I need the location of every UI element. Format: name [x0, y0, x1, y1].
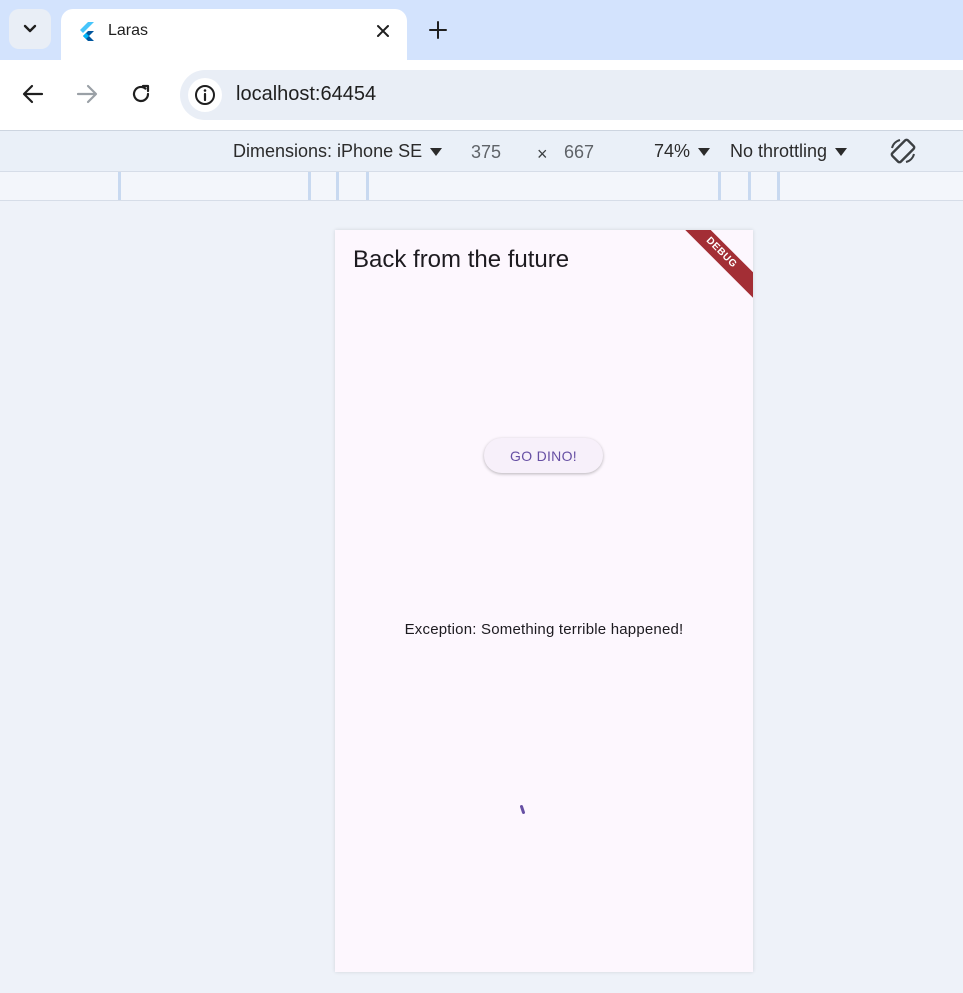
- url-text[interactable]: localhost:64454: [236, 83, 376, 106]
- arrow-left-icon: [22, 84, 44, 104]
- site-info-button[interactable]: [188, 78, 222, 112]
- exception-message: Exception: Something terrible happened!: [404, 621, 684, 638]
- arrow-right-icon: [76, 84, 98, 104]
- media-query-marker[interactable]: [718, 172, 721, 200]
- caret-down-icon: [430, 147, 443, 156]
- dimensions-dropdown[interactable]: Dimensions: iPhone SE: [233, 141, 443, 162]
- dimensions-label: Dimensions: iPhone SE: [233, 141, 423, 161]
- go-dino-button[interactable]: GO DINO!: [484, 438, 603, 473]
- flutter-logo-icon: [80, 22, 94, 41]
- caret-down-icon: [698, 147, 711, 156]
- tab-close-button[interactable]: [372, 20, 394, 42]
- tab-strip: Laras: [0, 0, 963, 61]
- throttling-label: No throttling: [730, 141, 828, 161]
- throttling-dropdown[interactable]: No throttling: [730, 141, 848, 162]
- tab-search-button[interactable]: [9, 9, 51, 49]
- close-icon: [377, 25, 389, 37]
- loading-spinner-icon: [520, 805, 525, 814]
- media-query-marker[interactable]: [336, 172, 339, 200]
- debug-banner: DEBUG: [672, 230, 753, 302]
- active-tab[interactable]: Laras: [61, 9, 407, 61]
- browser-toolbar: localhost:64454: [0, 60, 963, 130]
- device-viewport: Back from the future DEBUG GO DINO! Exce…: [335, 230, 753, 972]
- device-toolbar: Dimensions: iPhone SE 375 × 667 74% No t…: [0, 130, 963, 171]
- caret-down-icon: [835, 147, 848, 156]
- reload-icon: [132, 84, 150, 103]
- dimension-separator: ×: [537, 144, 548, 164]
- forward-button[interactable]: [72, 79, 102, 109]
- media-query-marker[interactable]: [777, 172, 780, 200]
- back-button[interactable]: [18, 79, 48, 109]
- media-query-marker[interactable]: [748, 172, 751, 200]
- new-tab-button[interactable]: [425, 17, 451, 43]
- height-input[interactable]: 667: [564, 142, 594, 163]
- tab-title: Laras: [108, 22, 149, 39]
- media-query-marker[interactable]: [118, 172, 121, 200]
- media-query-marker[interactable]: [308, 172, 311, 200]
- media-query-bar: [0, 171, 963, 201]
- zoom-label: 74%: [654, 141, 691, 161]
- plus-icon: [429, 21, 447, 39]
- chevron-down-icon: [23, 24, 37, 33]
- media-query-marker[interactable]: [366, 172, 369, 200]
- address-bar[interactable]: localhost:64454: [180, 70, 963, 120]
- info-icon: [195, 85, 215, 105]
- reload-button[interactable]: [126, 79, 156, 109]
- app-bar-title: Back from the future: [353, 246, 570, 273]
- width-input[interactable]: 375: [471, 142, 501, 163]
- zoom-dropdown[interactable]: 74%: [654, 141, 711, 162]
- rotate-icon[interactable]: [887, 135, 919, 167]
